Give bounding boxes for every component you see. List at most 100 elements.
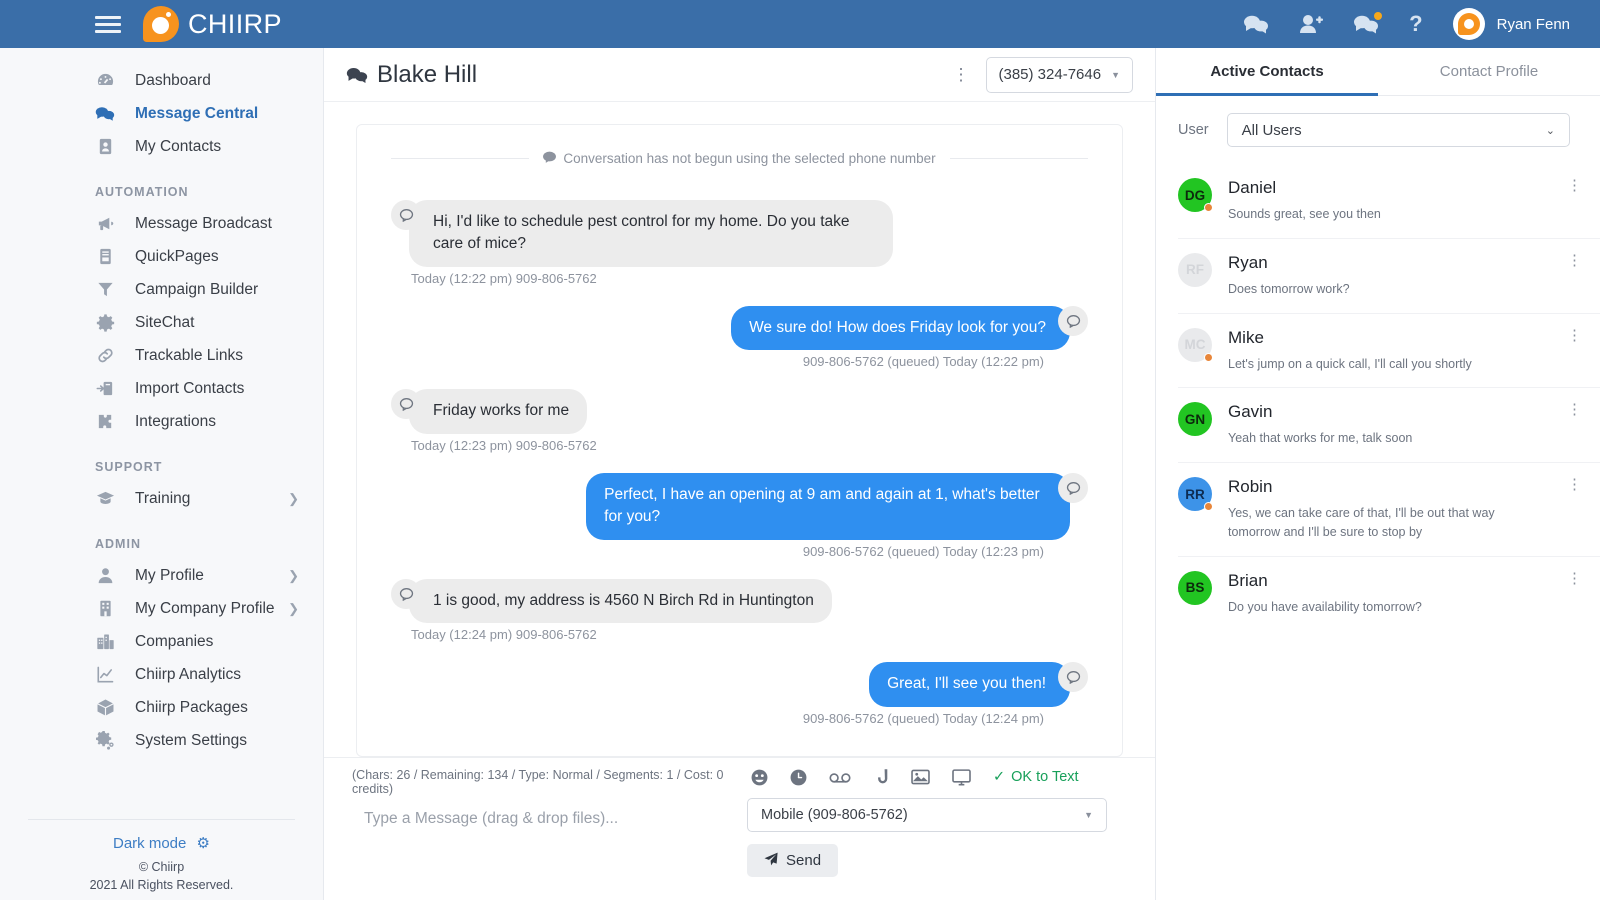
user-filter-select[interactable]: All Users ⌄ [1226, 113, 1570, 147]
copyright: © Chiirp 2021 All Rights Reserved. [0, 858, 323, 900]
message-row: We sure do! How does Friday look for you… [391, 305, 1088, 351]
sidebar-item-label: QuickPages [135, 247, 219, 265]
gear-icon [95, 313, 115, 333]
user-menu[interactable]: Ryan Fenn [1452, 8, 1570, 40]
contact-preview: Yes, we can take care of that, I'll be o… [1228, 506, 1495, 539]
vertical-dots-icon[interactable]: ⋮ [1557, 570, 1582, 588]
gear-icon[interactable]: ⚙ [197, 835, 210, 852]
presence-dot [1204, 203, 1213, 212]
vertical-dots-icon[interactable]: ⋮ [1557, 252, 1582, 270]
chevron-down-icon: ▼ [1111, 69, 1120, 80]
copyright-line-2: 2021 All Rights Reserved. [89, 877, 234, 892]
puzzle-icon [95, 412, 115, 432]
conversation-title-text: Blake Hill [377, 60, 478, 88]
notifications-chat-icon[interactable] [1353, 12, 1383, 34]
vertical-dots-icon[interactable]: ⋮ [953, 66, 970, 83]
sidebar-item-integrations[interactable]: Integrations [0, 405, 323, 438]
brand-logo-group[interactable]: CHIIRP [143, 6, 282, 42]
vertical-dots-icon[interactable]: ⋮ [1557, 402, 1582, 419]
sidebar-item-my-company-profile[interactable]: My Company Profile ❯ [0, 592, 323, 625]
sidebar-item-label: Message Central [135, 104, 259, 122]
avatar [1452, 8, 1485, 40]
paper-plane-icon [764, 852, 778, 870]
contact-list-item[interactable]: MC Mike Let's jump on a quick call, I'll c… [1178, 314, 1600, 389]
phone-number-select[interactable]: (385) 324-7646 ▼ [985, 56, 1133, 93]
sidebar-item-companies[interactable]: Companies [0, 625, 323, 658]
contact-list-item[interactable]: RR Robin Yes, we can take care of that, I'… [1178, 463, 1600, 557]
sidebar-section-support: SUPPORT [95, 460, 163, 474]
contact-list-item[interactable]: DG Daniel Sounds great, see you then ⋮ [1178, 164, 1600, 239]
from-number-select[interactable]: Mobile (909-806-5762) ▼ [747, 798, 1107, 832]
chat-scroll-area[interactable]: Conversation has not begun using the sel… [324, 102, 1155, 757]
message-input[interactable]: Type a Message (drag & drop files)... [352, 810, 729, 828]
message-row: Perfect, I have an opening at 9 am and a… [391, 472, 1088, 540]
avatar: RF [1178, 252, 1212, 287]
avatar-initials: MC [1184, 337, 1206, 352]
user-name: Ryan Fenn [1496, 15, 1570, 33]
vertical-dots-icon[interactable]: ⋮ [1557, 476, 1582, 494]
conversation-panel: Blake Hill ⋮ (385) 324-7646 ▼ Conversati… [324, 48, 1156, 900]
contact-body: Mike Let's jump on a quick call, I'll cal… [1228, 328, 1541, 374]
sidebar-item-chiirp-analytics[interactable]: Chiirp Analytics [0, 658, 323, 691]
sidebar-item-dashboard[interactable]: Dashboard [0, 64, 323, 97]
sidebar-item-sitechat[interactable]: SiteChat [0, 306, 323, 339]
vertical-dots-icon[interactable]: ⋮ [1557, 327, 1582, 345]
message-bubble-wrap: Hi, I'd like to schedule pest control fo… [391, 200, 893, 267]
sidebar-admin-group: My Profile ❯ My Company Profile ❯ Companies C… [0, 559, 323, 757]
dashboard-icon [95, 71, 115, 91]
voicemail-icon[interactable] [829, 770, 851, 784]
hamburger-icon[interactable] [95, 15, 121, 33]
top-bar: CHIIRP ? Ryan Fenn [0, 0, 1600, 48]
sidebar-item-label: Dashboard [135, 71, 211, 89]
contact-list-item[interactable]: GN Gavin Yeah that works for me, talk soon… [1178, 388, 1600, 463]
sidebar-item-quickpages[interactable]: QuickPages [0, 240, 323, 273]
sidebar-item-label: My Profile [135, 566, 204, 584]
chevron-right-icon: ❯ [288, 600, 299, 616]
link-icon [95, 346, 115, 366]
clock-icon[interactable] [790, 769, 807, 786]
vertical-dots-icon[interactable]: ⋮ [1557, 177, 1582, 195]
send-button[interactable]: Send [747, 844, 839, 877]
sidebar-item-message-central[interactable]: Message Central [0, 97, 323, 130]
contact-body: Ryan Does tomorrow work? [1228, 253, 1541, 299]
avatar: RR [1178, 477, 1213, 511]
tab-active-contacts[interactable]: Active Contacts [1156, 48, 1378, 96]
check-icon: ✓ [993, 769, 1006, 785]
contact-list-item[interactable]: BS Brian Do you have availability tomorrow… [1178, 557, 1600, 631]
message-text: Hi, I'd like to schedule pest control fo… [409, 200, 893, 267]
message-bubble-icon [1058, 662, 1088, 693]
sidebar-item-system-settings[interactable]: System Settings [0, 724, 323, 757]
user-filter-row: User All Users ⌄ [1156, 96, 1600, 164]
sidebar-item-message-broadcast[interactable]: Message Broadcast [0, 207, 323, 240]
sidebar-item-campaign-builder[interactable]: Campaign Builder [0, 273, 323, 306]
composer-icon-bar: ✓ OK to Text [747, 768, 1079, 786]
image-icon[interactable] [911, 769, 930, 785]
contact-list-item[interactable]: RF Ryan Does tomorrow work? ⋮ [1178, 239, 1600, 314]
help-icon[interactable]: ? [1409, 11, 1422, 37]
megaphone-icon [95, 214, 115, 234]
dark-mode-toggle[interactable]: Dark mode ⚙ [0, 820, 323, 858]
composer-right: ✓ OK to Text Mobile (909-806-5762) ▼ Sen… [747, 768, 1127, 900]
sidebar-item-label: Import Contacts [135, 379, 245, 397]
screen-icon[interactable] [952, 768, 971, 786]
add-user-icon[interactable] [1299, 14, 1324, 34]
sidebar-item-trackable-links[interactable]: Trackable Links [0, 339, 323, 372]
sidebar-item-chiirp-packages[interactable]: Chiirp Packages [0, 691, 323, 724]
message-composer: (Chars: 26 / Remaining: 134 / Type: Norm… [324, 757, 1155, 900]
tab-contact-profile[interactable]: Contact Profile [1378, 48, 1600, 95]
phone-icon[interactable] [873, 768, 889, 786]
emoji-icon[interactable] [751, 769, 768, 786]
user-filter-value: All Users [1241, 121, 1302, 139]
sidebar-item-import-contacts[interactable]: Import Contacts [0, 372, 323, 405]
conversation-header: Blake Hill ⋮ (385) 324-7646 ▼ [324, 48, 1155, 102]
contacts-list[interactable]: DG Daniel Sounds great, see you then ⋮ RF Rya… [1156, 164, 1600, 900]
import-icon [95, 379, 115, 399]
sidebar-item-my-contacts[interactable]: My Contacts [0, 130, 323, 163]
messages-icon[interactable] [1243, 14, 1269, 34]
message-bubble-wrap: We sure do! How does Friday look for you… [731, 305, 1088, 351]
chat-bubbles-icon [95, 104, 115, 124]
sidebar-item-label: Integrations [135, 412, 216, 430]
ok-to-text-toggle[interactable]: ✓ OK to Text [993, 769, 1079, 785]
sidebar-item-my-profile[interactable]: My Profile ❯ [0, 559, 323, 592]
sidebar-item-training[interactable]: Training ❯ [0, 482, 323, 515]
